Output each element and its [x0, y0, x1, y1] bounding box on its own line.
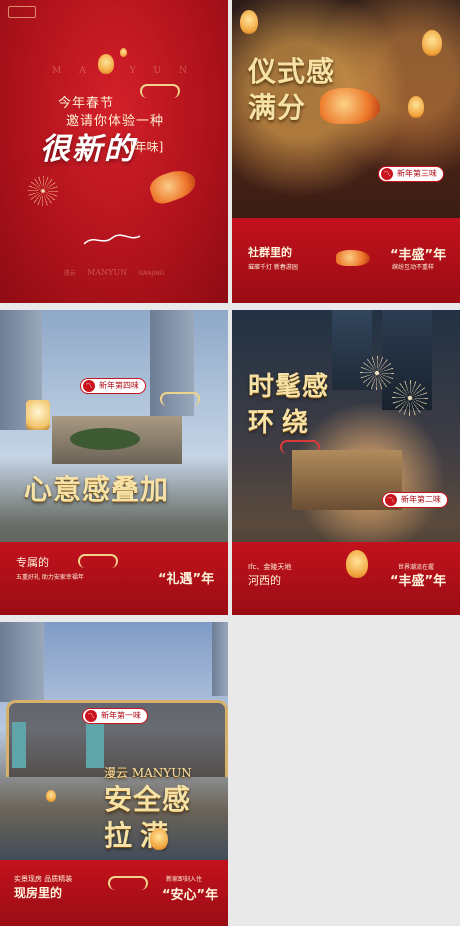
logo-icon: 〽 — [385, 494, 397, 506]
badge-label: 新年第四味 — [99, 381, 139, 390]
poster-panel-2: 仪式感 满分 〽新年第三味 社群里的 璀璨千灯 新春游园 “丰盛”年 缤纷互动不… — [232, 0, 460, 303]
headline-line-1: 时髦感 — [248, 372, 330, 402]
left-line-1: Ifc、金陵天地 — [248, 563, 292, 571]
lantern-icon — [120, 48, 127, 57]
headline: 心意感叠加 — [24, 473, 170, 506]
right-subtitle: 新家即刻入住 — [166, 876, 203, 883]
lantern-icon — [422, 30, 442, 56]
headline: 很新的 — [40, 132, 136, 167]
right-subtitle: 缤纷互动不重样 — [392, 264, 435, 271]
brand-logo — [8, 6, 36, 18]
firework-icon — [28, 176, 58, 206]
koi-fish-lantern-icon — [320, 88, 380, 124]
lantern-icon — [240, 10, 258, 34]
lantern-icon — [98, 54, 114, 74]
firework-icon — [360, 356, 394, 390]
footer: 漫云 MANYUN NANJING — [0, 268, 228, 277]
lantern-icon — [408, 96, 424, 118]
headline-tag: [年味] — [130, 140, 164, 154]
headline-line-2: 满分 — [248, 91, 307, 124]
logo-icon: 〽 — [85, 710, 97, 722]
headline-line-2: 环绕 — [248, 408, 317, 438]
left-line-2: 河西的 — [248, 574, 281, 587]
footer-right: NANJING — [138, 270, 165, 277]
left-subtitle: 五重好礼 助力安家幸福年 — [16, 574, 84, 581]
glass-panel — [12, 722, 26, 768]
lantern-icon — [26, 400, 50, 430]
auspicious-cloud-icon — [108, 876, 148, 890]
logo-icon: 〽 — [381, 168, 393, 180]
lantern-icon — [46, 790, 56, 802]
right-quote: “丰盛”年 — [390, 574, 447, 589]
left-title: 现房里的 — [14, 886, 63, 900]
badge: 〽新年第二味 — [382, 492, 448, 508]
left-subtitle: 实景现房 品质精装 — [14, 875, 73, 883]
auspicious-cloud-icon — [140, 84, 180, 98]
headline-line-1: 仪式感 — [248, 55, 336, 88]
firework-icon — [392, 380, 428, 416]
koi-fish-icon — [146, 164, 200, 208]
signature-logo — [82, 232, 142, 251]
auspicious-cloud-icon — [78, 554, 118, 568]
badge-label: 新年第一味 — [101, 711, 141, 720]
footer-left: 漫云 — [63, 270, 76, 277]
building — [0, 622, 44, 702]
poster-panel-4: 时髦感 环绕 〽新年第二味 Ifc、金陵天地 河西的 世界潮流在握 “丰盛”年 — [232, 310, 460, 615]
auspicious-cloud-icon — [160, 392, 200, 406]
badge: 〽新年第一味 — [82, 708, 148, 724]
right-quote: “礼遇”年 — [158, 572, 215, 587]
badge-label: 新年第三味 — [397, 169, 437, 178]
right-quote: “丰盛”年 — [390, 248, 447, 263]
left-title: 社群里的 — [248, 246, 292, 259]
right-quote: “安心”年 — [162, 888, 219, 903]
left-title: 专属的 — [16, 556, 49, 569]
poster-panel-5: 〽新年第一味 漫云 MANYUN 安全感 拉满 实景现房 品质精装 现房里的 新… — [0, 622, 228, 926]
lantern-icon — [150, 828, 168, 850]
intro-line-1: 今年春节 — [58, 96, 115, 111]
left-subtitle: 璀璨千灯 新春游园 — [248, 264, 298, 271]
footer-center: MANYUN — [87, 268, 128, 277]
headline-line-1: 安全感 — [104, 783, 192, 816]
glass-panel — [86, 722, 104, 768]
manyun-watermark: MANYUN — [52, 66, 205, 76]
poster-panel-3: 〽新年第四味 心意感叠加 专属的 五重好礼 助力安家幸福年 “礼遇”年 — [0, 310, 228, 615]
koi-fish-icon — [336, 250, 370, 266]
lantern-icon — [346, 550, 368, 578]
building — [212, 622, 228, 696]
badge: 〽新年第四味 — [80, 378, 146, 394]
pine-tree — [70, 428, 140, 450]
poster-panel-1: MANYUN 今年春节 邀请你体验一种 很新的 [年味] 漫云 MANYUN N… — [0, 0, 228, 303]
logo-icon: 〽 — [83, 380, 95, 392]
badge-label: 新年第二味 — [401, 495, 441, 504]
badge: 〽新年第三味 — [378, 166, 444, 182]
